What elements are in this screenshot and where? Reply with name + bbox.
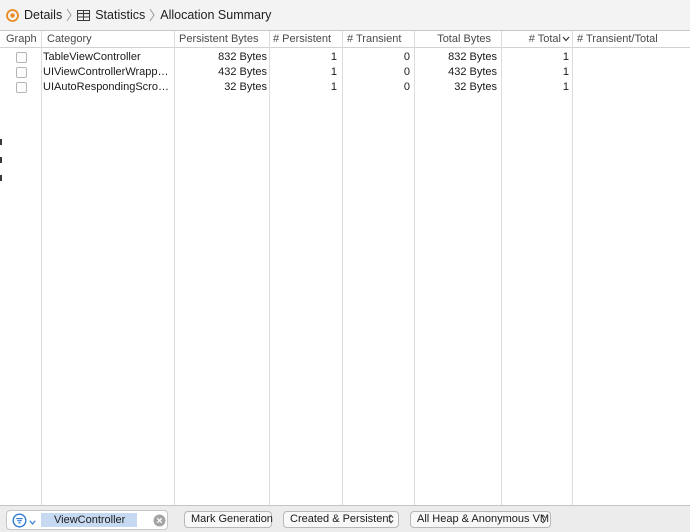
table-header: Graph Category Persistent Bytes # Persis… [0,31,690,48]
table-row[interactable]: TableViewController 832 Bytes 1 0 832 By… [0,50,575,65]
updown-chevron-icon [388,514,394,529]
column-header-graph[interactable]: Graph [2,31,40,48]
updown-chevron-icon [540,514,546,529]
column-header-total-bytes[interactable]: Total Bytes [415,31,495,48]
total-bytes-cell: 832 Bytes [448,51,497,63]
column-header-total-count[interactable]: # Total [502,31,573,48]
chevron-down-icon[interactable] [29,516,36,528]
column-header-transient-count[interactable]: # Transient [343,31,414,48]
column-divider[interactable] [501,31,502,505]
breadcrumb: Details Statistics Allocation Summary [0,0,690,31]
column-header-transient-total[interactable]: # Transient/Total [573,31,690,48]
column-header-total-count-label: # Total [528,33,561,45]
lifespan-popup-label: Created & Persistent [290,513,392,525]
persistent-count-cell: 1 [330,81,337,93]
breadcrumb-allocation-summary-label: Allocation Summary [160,8,272,22]
transient-count-cell: 0 [403,81,410,93]
column-header-category[interactable]: Category [43,31,174,48]
column-divider[interactable] [342,31,343,505]
edge-marks [0,139,3,193]
total-count-cell: 1 [562,66,569,78]
instruments-details-icon [6,8,19,22]
table-row[interactable]: UIViewControllerWrappe... 432 Bytes 1 0 … [0,65,575,80]
filter-field[interactable]: ViewController [6,510,168,530]
column-divider[interactable] [269,31,270,505]
column-divider[interactable] [41,31,42,505]
transient-count-cell: 0 [403,66,410,78]
breadcrumb-chevron-icon [66,8,72,22]
filter-input[interactable]: ViewController [41,513,138,527]
lifespan-popup[interactable]: Created & Persistent [283,511,399,528]
clear-icon[interactable] [153,514,166,530]
heap-popup-label: All Heap & Anonymous VM [417,513,550,525]
column-divider[interactable] [572,31,573,505]
bottom-toolbar: ViewController Mark Generation Created &… [0,505,690,532]
breadcrumb-allocation-summary[interactable]: Allocation Summary [160,8,271,22]
breadcrumb-statistics-label: Statistics [95,8,146,22]
total-count-cell: 1 [562,81,569,93]
mark-generation-button[interactable]: Mark Generation [184,511,273,528]
category-cell: UIAutoRespondingScroll... [43,81,173,93]
graph-checkbox[interactable] [16,67,27,78]
table-grid-icon [77,9,91,21]
column-header-persistent-bytes[interactable]: Persistent Bytes [175,31,269,48]
table-row[interactable]: UIAutoRespondingScroll... 32 Bytes 1 0 3… [0,80,575,95]
breadcrumb-details[interactable]: Details [6,8,62,22]
breadcrumb-statistics[interactable]: Statistics [77,8,145,22]
breadcrumb-chevron-icon [149,8,155,22]
breadcrumb-details-label: Details [24,8,63,22]
filter-icon[interactable] [12,513,27,531]
total-bytes-cell: 432 Bytes [448,66,497,78]
column-divider[interactable] [414,31,415,505]
total-count-cell: 1 [562,51,569,63]
graph-checkbox[interactable] [16,52,27,63]
column-divider[interactable] [174,31,175,505]
category-cell: UIViewControllerWrappe... [43,66,173,78]
sort-descending-icon [562,31,570,48]
total-bytes-cell: 32 Bytes [454,81,497,93]
column-header-persistent-count[interactable]: # Persistent [269,31,342,48]
category-cell: TableViewController [43,51,141,63]
allocation-table: Graph Category Persistent Bytes # Persis… [0,31,690,505]
persistent-bytes-cell: 32 Bytes [224,81,267,93]
transient-count-cell: 0 [403,51,410,63]
persistent-count-cell: 1 [330,51,337,63]
persistent-bytes-cell: 832 Bytes [218,51,267,63]
graph-checkbox[interactable] [16,82,27,93]
heap-popup[interactable]: All Heap & Anonymous VM [410,511,551,528]
persistent-bytes-cell: 432 Bytes [218,66,267,78]
persistent-count-cell: 1 [330,66,337,78]
